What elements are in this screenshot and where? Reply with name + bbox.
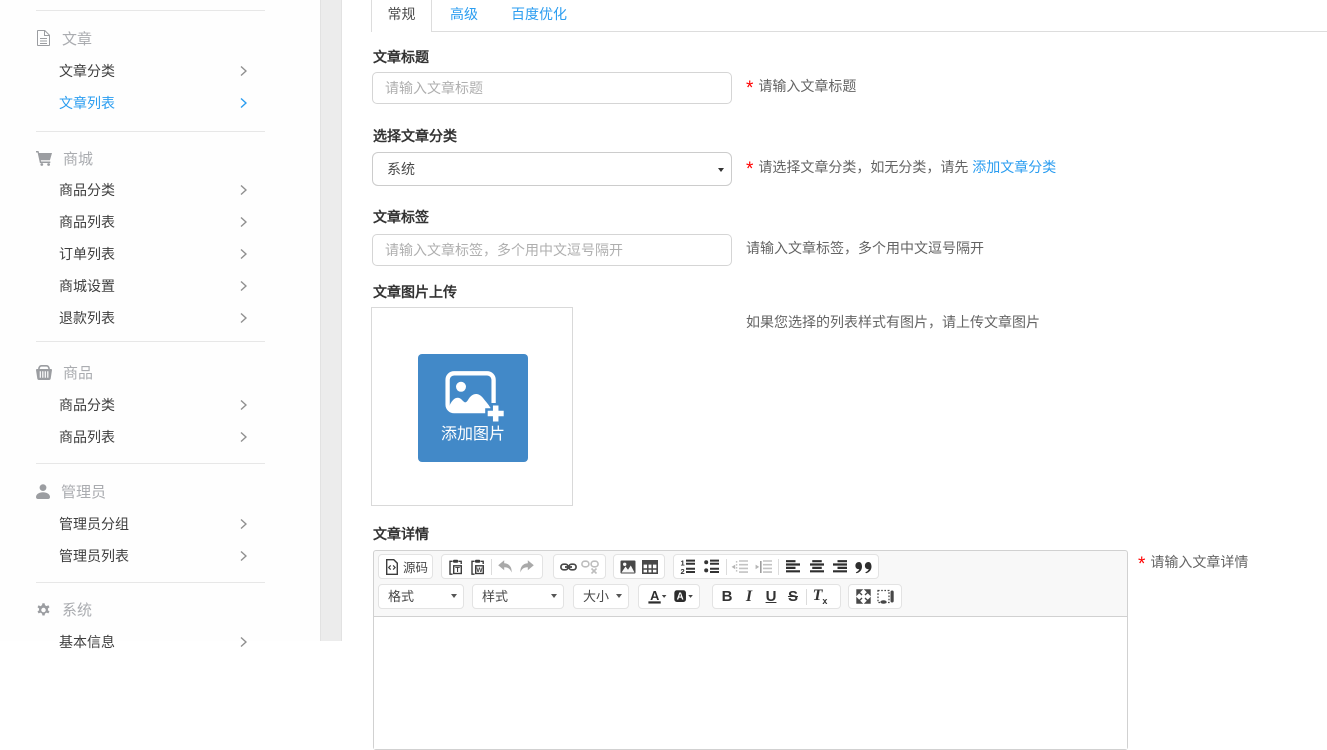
- svg-text:A: A: [650, 588, 659, 603]
- svg-text:T: T: [455, 565, 460, 574]
- svg-text:2: 2: [681, 567, 685, 574]
- svg-text:W: W: [476, 567, 483, 574]
- svg-text:A: A: [677, 591, 684, 602]
